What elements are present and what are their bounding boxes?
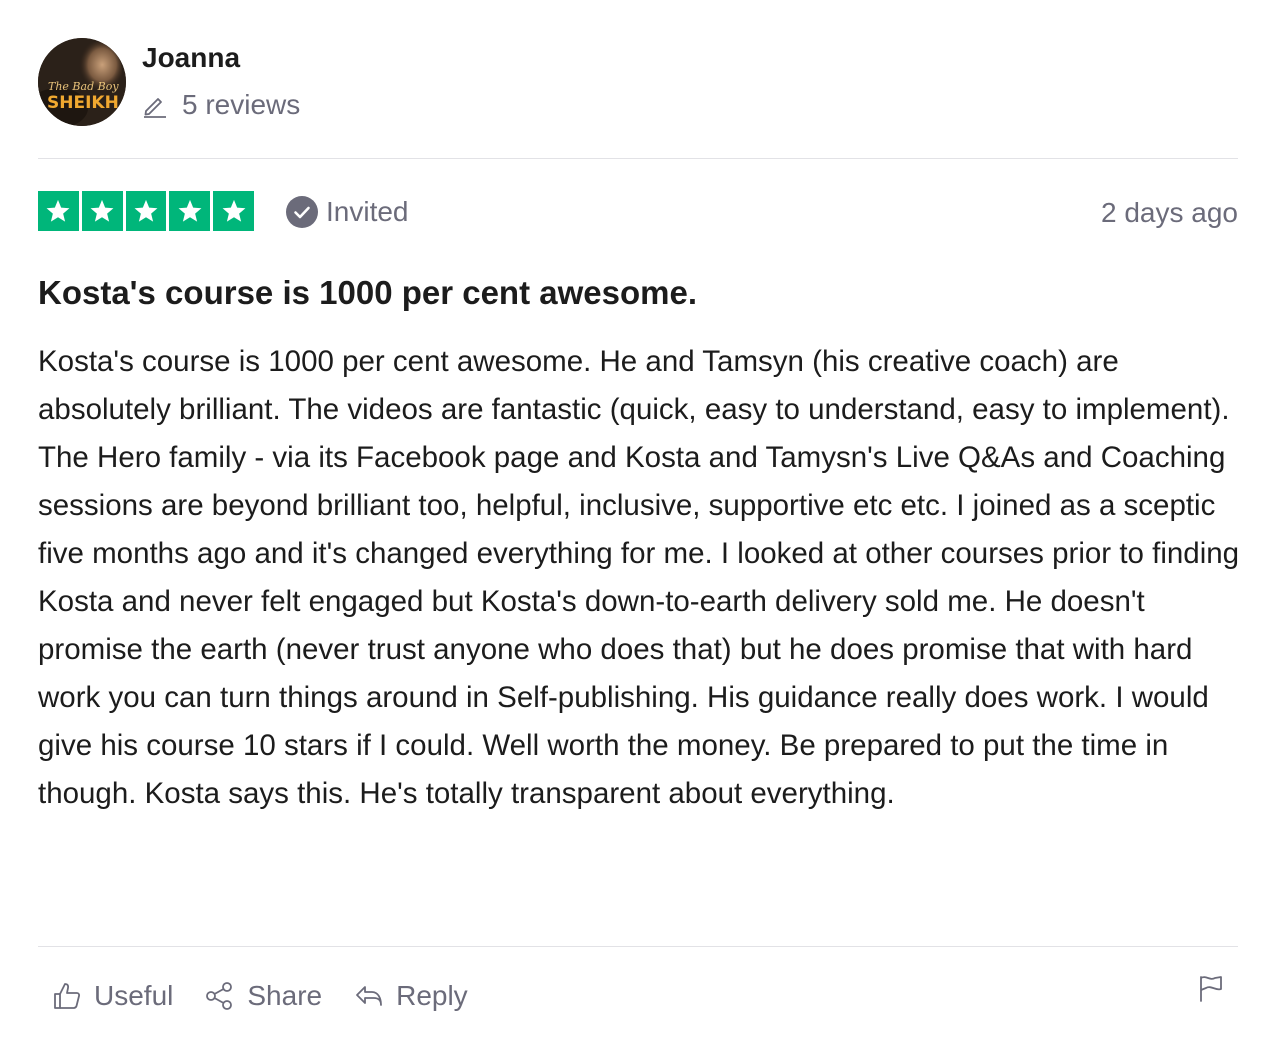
star-rating bbox=[38, 191, 254, 231]
reviewer-header: The Bad Boy SHEIKH Joanna 5 reviews bbox=[38, 36, 1238, 128]
header-divider bbox=[38, 158, 1238, 159]
review-body: Kosta's course is 1000 per cent awesome.… bbox=[38, 345, 1240, 810]
reviews-count[interactable]: 5 reviews bbox=[142, 89, 300, 121]
star-box bbox=[125, 191, 167, 231]
invited-label: Invited bbox=[326, 196, 409, 227]
pencil-icon bbox=[144, 98, 166, 118]
invited-badge[interactable]: Invited bbox=[286, 196, 409, 228]
reply-label: Reply bbox=[396, 980, 468, 1011]
star-icon bbox=[222, 199, 246, 222]
star-box bbox=[38, 191, 79, 231]
flag-icon[interactable] bbox=[1198, 974, 1224, 1002]
star-box bbox=[213, 191, 254, 231]
share-icon bbox=[206, 982, 233, 1010]
avatar-image: The Bad Boy SHEIKH bbox=[38, 38, 126, 126]
share-button[interactable]: Share bbox=[205, 980, 322, 1012]
useful-button[interactable]: Useful bbox=[52, 980, 173, 1012]
reviewer-name[interactable]: Joanna bbox=[142, 42, 240, 74]
review-date: 2 days ago bbox=[1101, 197, 1238, 228]
reply-button[interactable]: Reply bbox=[354, 980, 468, 1012]
star-box bbox=[81, 191, 123, 231]
star-icon bbox=[90, 199, 114, 222]
star-icon bbox=[46, 199, 70, 222]
star-icon bbox=[178, 199, 202, 222]
share-label: Share bbox=[247, 980, 323, 1011]
check-circle-icon bbox=[286, 196, 318, 228]
review-title[interactable]: Kosta's course is 1000 per cent awesome. bbox=[38, 274, 697, 312]
reviews-count-label: 5 reviews bbox=[182, 89, 301, 120]
rating-row: Invited 2 days ago bbox=[38, 191, 1238, 233]
review-actions: Useful Share Reply bbox=[52, 980, 500, 1012]
avatar-title: SHEIKH bbox=[47, 93, 119, 113]
actions-divider bbox=[38, 946, 1238, 947]
star-box bbox=[169, 191, 211, 231]
avatar-subtitle: The Bad Boy bbox=[48, 80, 119, 93]
reply-icon bbox=[356, 986, 382, 1006]
star-icon bbox=[134, 199, 158, 222]
review-card: The Bad Boy SHEIKH Joanna 5 reviews Invi… bbox=[38, 0, 1239, 1042]
useful-label: Useful bbox=[94, 980, 174, 1011]
avatar[interactable]: The Bad Boy SHEIKH bbox=[38, 38, 126, 126]
thumbs-up-icon bbox=[54, 983, 81, 1009]
